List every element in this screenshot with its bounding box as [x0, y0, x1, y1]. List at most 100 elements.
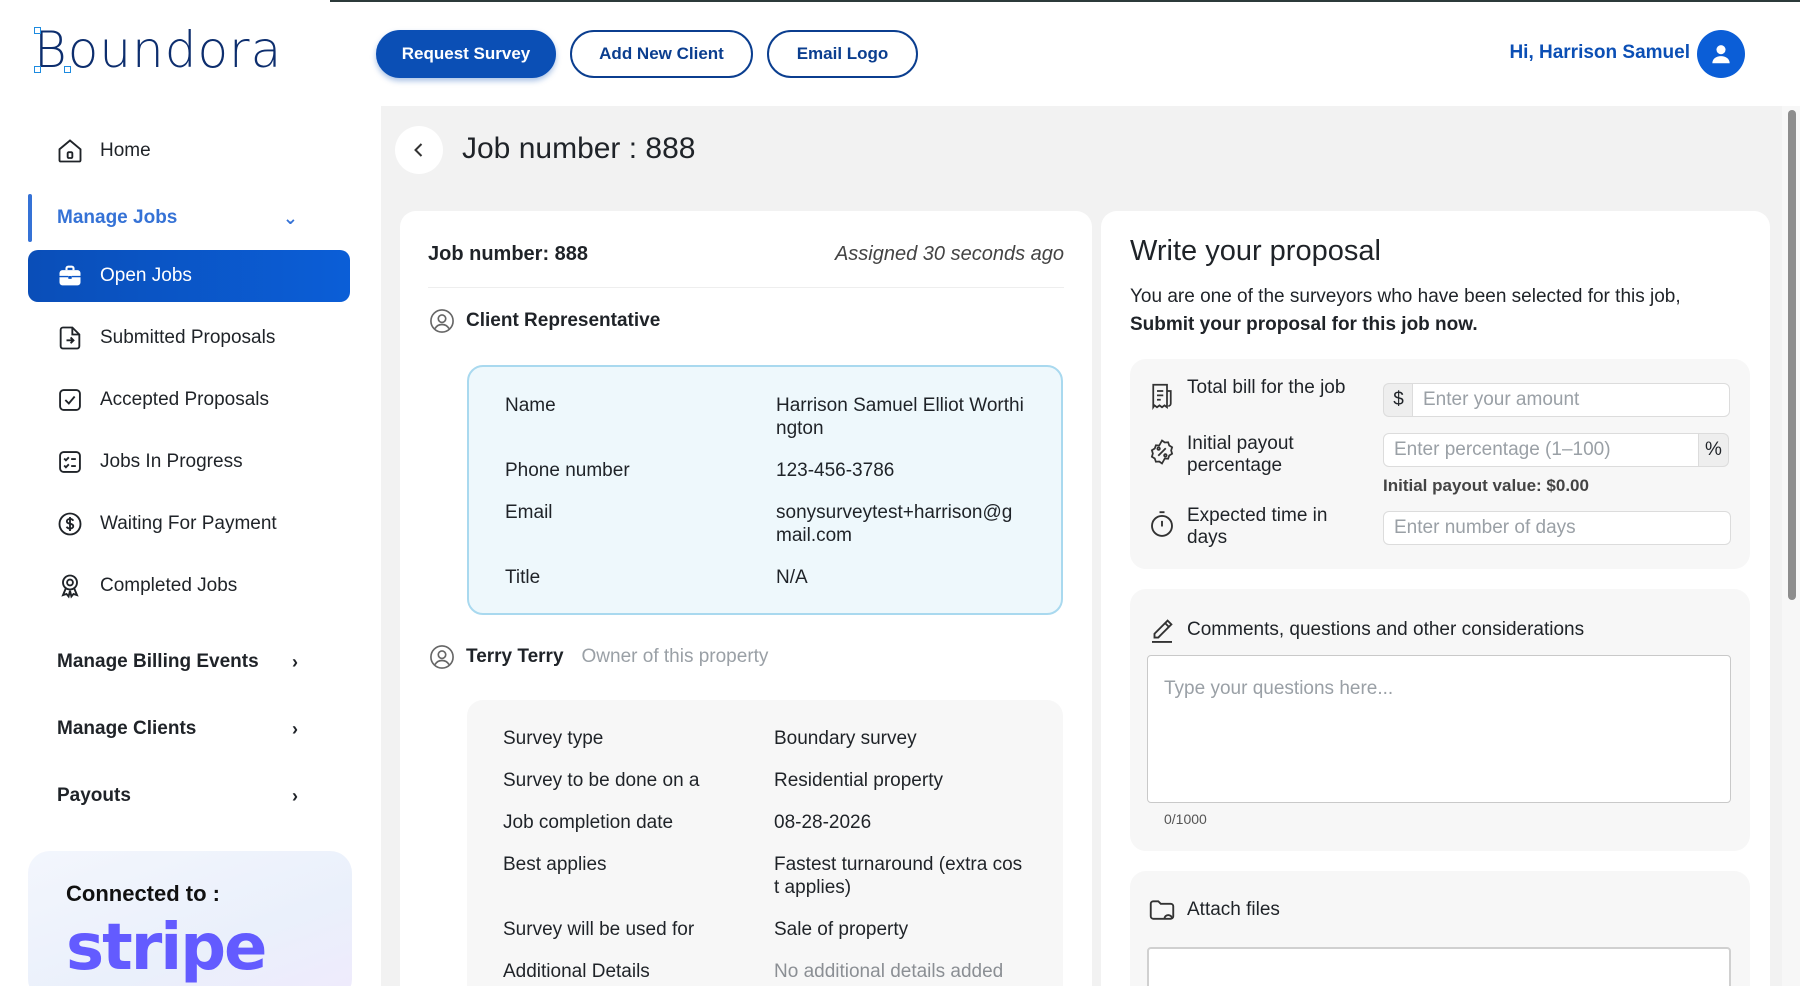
proposal-title: Write your proposal — [1130, 235, 1381, 267]
payout-row: Initial payout percentage — [1147, 433, 1357, 477]
active-group-indicator — [28, 194, 32, 242]
stripe-logo: stripe — [66, 911, 267, 985]
proposal-intro-bold: Submit your proposal for this job now. — [1130, 314, 1478, 335]
info-key: Email — [505, 502, 553, 523]
days-input[interactable]: Enter number of days — [1383, 511, 1731, 545]
assigned-time: Assigned 30 seconds ago — [834, 243, 1064, 265]
sidebar-group-payouts[interactable]: Payouts › — [28, 770, 298, 822]
chevron-down-icon: ⌄ — [282, 207, 298, 228]
file-dropzone[interactable] — [1147, 947, 1731, 986]
property-owner-heading: Terry Terry Owner of this property — [428, 643, 768, 671]
info-key: Survey to be done on a — [503, 770, 700, 791]
sidebar-item-jobs-in-progress[interactable]: Jobs In Progress — [28, 436, 350, 488]
total-bill-row: Total bill for the job — [1147, 377, 1357, 411]
pricing-panel: Total bill for the job $ Enter your amou… — [1130, 359, 1750, 569]
sidebar-item-waiting-for-payment[interactable]: Waiting For Payment — [28, 498, 350, 550]
section-title-text: Client Representative — [466, 310, 661, 331]
sidebar-item-label: Waiting For Payment — [100, 513, 277, 534]
info-row: Additional Details No additional details… — [503, 960, 1027, 983]
stopwatch-icon — [1151, 511, 1173, 537]
sidebar-group-label: Manage Jobs — [57, 207, 178, 228]
avatar[interactable] — [1697, 30, 1745, 78]
info-value: sonysurveytest+harrison@gmail.com — [776, 502, 1013, 546]
chevron-right-icon: › — [292, 651, 298, 672]
comments-title: Comments, questions and other considerat… — [1187, 619, 1585, 640]
job-number-heading: Job number: 888 — [428, 243, 589, 265]
sidebar-item-label: Open Jobs — [100, 265, 192, 286]
info-row: Survey will be used for Sale of property — [503, 918, 1027, 941]
divider — [428, 287, 1064, 288]
payout-value: Initial payout value: $0.00 — [1383, 476, 1589, 495]
sidebar-item-open-jobs[interactable]: Open Jobs — [28, 250, 350, 302]
info-value: Boundary survey — [774, 728, 917, 749]
percentage-input[interactable]: Enter percentage (1–100) — [1383, 433, 1699, 467]
connected-label: Connected to : — [66, 881, 220, 906]
proposal-intro: You are one of the surveyors who have be… — [1130, 283, 1750, 339]
discount-badge-icon — [1150, 439, 1174, 465]
sidebar-group-manage-jobs[interactable]: Manage Jobs ⌄ — [28, 192, 298, 244]
user-circle-icon — [430, 645, 454, 669]
brand-name: Boundora — [34, 21, 283, 79]
info-value: Harrison Samuel Elliot Worthington — [776, 395, 1024, 439]
character-counter: 0/1000 — [1164, 811, 1207, 827]
check-square-icon — [56, 386, 84, 414]
sidebar-group-label: Manage Clients — [57, 718, 197, 739]
document-send-icon — [56, 324, 84, 352]
home-icon — [56, 137, 84, 165]
survey-details-box: Survey type Boundary survey Survey to be… — [467, 700, 1063, 986]
brand-logo[interactable]: Boundora — [34, 22, 282, 78]
currency-symbol: $ — [1383, 383, 1413, 417]
back-button[interactable] — [395, 126, 443, 174]
sidebar: Boundora Home Manage Jobs ⌄ Open Jobs Su… — [0, 0, 380, 986]
info-value: No additional details added — [774, 961, 1004, 982]
request-survey-button[interactable]: Request Survey — [376, 30, 556, 78]
sidebar-item-label: Accepted Proposals — [100, 389, 269, 410]
briefcase-icon — [56, 262, 84, 290]
dollar-circle-icon — [56, 510, 84, 538]
sidebar-group-manage-billing-events[interactable]: Manage Billing Events › — [28, 636, 298, 688]
info-key: Name — [505, 395, 556, 416]
sidebar-group-label: Payouts — [57, 785, 131, 806]
owner-subtitle: Owner of this property — [581, 646, 769, 667]
email-logo-button[interactable]: Email Logo — [767, 30, 918, 78]
amount-input[interactable]: Enter your amount — [1412, 383, 1730, 417]
payout-label: Initial payout percentage — [1187, 433, 1294, 476]
sidebar-item-accepted-proposals[interactable]: Accepted Proposals — [28, 374, 350, 426]
info-row: Job completion date 08-28-2026 — [503, 811, 1027, 834]
logo-node-icon — [34, 66, 41, 73]
comments-panel: Comments, questions and other considerat… — [1130, 589, 1750, 851]
info-row: Best applies Fastest turnaround (extra c… — [503, 853, 1027, 899]
chevron-right-icon: › — [292, 785, 298, 806]
attachments-panel: Attach files — [1130, 871, 1750, 986]
attach-files-title: Attach files — [1187, 899, 1280, 920]
percent-symbol: % — [1699, 433, 1729, 467]
client-representative-box: Name Harrison Samuel Elliot Worthington … — [467, 365, 1063, 615]
info-value: 123-456-3786 — [776, 460, 895, 481]
user-greeting: Hi, Harrison Samuel — [1509, 42, 1690, 63]
user-circle-icon — [430, 309, 454, 333]
chevron-left-icon — [414, 143, 423, 157]
page-title: Job number : 888 — [462, 132, 696, 165]
info-key: Survey type — [503, 728, 604, 749]
sidebar-item-label: Home — [100, 140, 151, 161]
sidebar-item-completed-jobs[interactable]: Completed Jobs — [28, 560, 350, 612]
folder-icon — [1149, 900, 1175, 920]
info-value: Sale of property — [774, 919, 909, 940]
info-row: Survey type Boundary survey — [503, 727, 1027, 750]
sidebar-item-label: Completed Jobs — [100, 575, 238, 596]
stripe-connection-card: Connected to : stripe — [28, 851, 352, 986]
total-bill-label: Total bill for the job — [1187, 377, 1346, 398]
comments-textarea[interactable]: Type your questions here... — [1147, 655, 1731, 803]
owner-name: Terry Terry — [466, 646, 564, 667]
sidebar-item-submitted-proposals[interactable]: Submitted Proposals — [28, 312, 350, 364]
add-new-client-button[interactable]: Add New Client — [570, 30, 753, 78]
info-row: Survey to be done on a Residential prope… — [503, 769, 1027, 792]
scrollbar-thumb[interactable] — [1788, 110, 1796, 600]
logo-node-icon — [64, 66, 71, 73]
info-value: N/A — [776, 567, 808, 588]
chevron-right-icon: › — [292, 718, 298, 739]
sidebar-item-home[interactable]: Home — [28, 125, 350, 177]
job-details-card: Job number: 888 Assigned 30 seconds ago … — [400, 211, 1092, 986]
sidebar-group-manage-clients[interactable]: Manage Clients › — [28, 703, 298, 755]
info-value: Fastest turnaround (extra cost applies) — [774, 854, 1023, 898]
